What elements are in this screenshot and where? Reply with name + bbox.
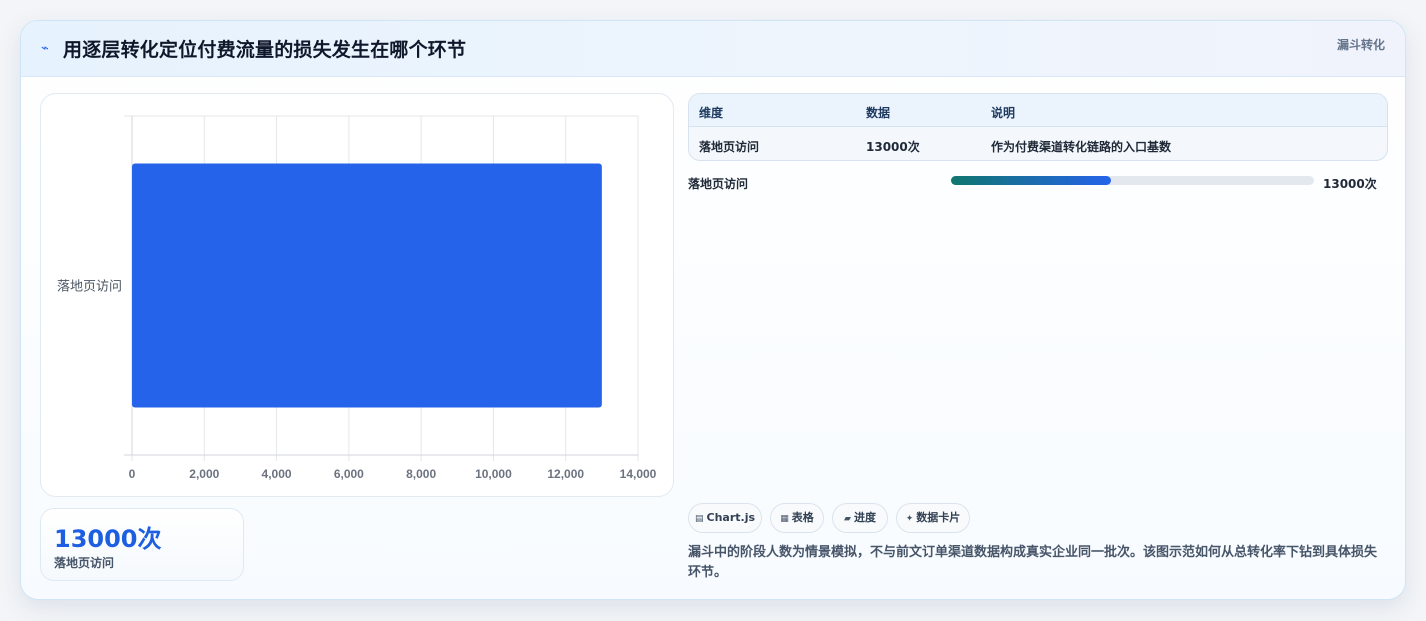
card-title: 用逐层转化定位付费流量的损失发生在哪个环节 [63, 39, 467, 61]
category-tag: 漏斗转化 [1336, 38, 1385, 52]
chip-label: 表格 [791, 511, 814, 524]
chip-label: 进度 [853, 511, 876, 524]
x-tick-label: 12,000 [547, 467, 584, 481]
data-table: 维度 数据 说明 落地页访问 13000次 作为付费渠道转化链路的入口基数 [688, 93, 1388, 161]
trend-line-icon: ⌁ [41, 41, 49, 56]
chip-label: Chart.js [706, 511, 756, 524]
table-cell-description: 作为付费渠道转化链路的入口基数 [991, 140, 1172, 154]
chip-progress[interactable]: ▰ 进度 [832, 503, 888, 533]
y-category-label: 落地页访问 [57, 280, 122, 295]
progress-fill [951, 176, 1111, 185]
bar-chart: 0 2,000 4,000 6,000 8,000 10,000 12,000 14,000 落… [40, 93, 674, 497]
stat-card: 13000次 落地页访问 [40, 508, 244, 581]
table-header-dimension: 维度 [699, 106, 724, 120]
table-header-description: 说明 [991, 106, 1016, 120]
progress-value: 13000次 [1323, 177, 1377, 191]
footnote: 漏斗中的阶段人数为情景模拟，不与前文订单渠道数据构成真实企业同一批次。该图示范如… [688, 545, 1378, 580]
sparkle-icon: ✦ [905, 514, 914, 524]
progress-label: 落地页访问 [688, 177, 749, 191]
card-header: ⌁ 用逐层转化定位付费流量的损失发生在哪个环节 漏斗转化 [21, 21, 1405, 77]
bar-chart-svg: 0 2,000 4,000 6,000 8,000 10,000 12,000 14,000 落… [57, 115, 657, 481]
table-header-data: 数据 [866, 106, 891, 120]
x-tick-label: 8,000 [406, 467, 436, 481]
x-tick-label: 14,000 [620, 467, 657, 481]
chart-icon: ▤ [694, 514, 704, 524]
table-cell-data: 13000次 [866, 140, 920, 154]
table-cell-dimension: 落地页访问 [699, 140, 760, 154]
progress-icon: ▰ [844, 514, 851, 524]
chip-label: 数据卡片 [916, 511, 961, 524]
x-tick-label: 10,000 [475, 467, 512, 481]
table-header [689, 94, 1387, 127]
chip-chartjs[interactable]: ▤ Chart.js [688, 503, 762, 533]
chip-data-card[interactable]: ✦ 数据卡片 [896, 503, 970, 533]
x-tick-label: 0 [129, 467, 136, 481]
progress-track [951, 176, 1314, 185]
x-tick-label: 4,000 [262, 467, 292, 481]
funnel-card: ⌁ 用逐层转化定位付费流量的损失发生在哪个环节 漏斗转化 0 2,000 4,000… [20, 20, 1406, 600]
bar-0 [132, 163, 602, 408]
stat-label: 落地页访问 [54, 556, 115, 570]
chip-table[interactable]: ▦ 表格 [770, 503, 824, 533]
stat-value: 13000次 [54, 525, 162, 553]
x-tick-label: 6,000 [334, 467, 364, 481]
table-icon: ▦ [780, 514, 789, 524]
x-tick-label: 2,000 [189, 467, 219, 481]
